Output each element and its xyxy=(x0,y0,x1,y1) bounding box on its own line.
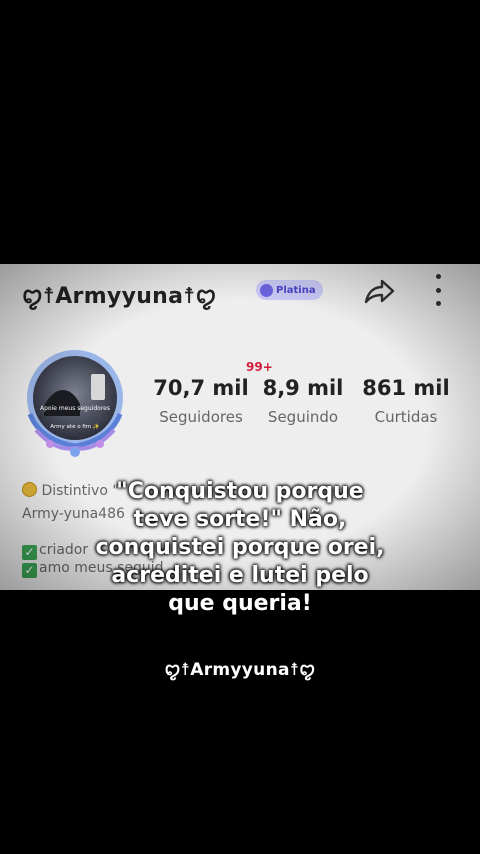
avatar-caption-bottom: Army até o fim ✨ xyxy=(50,423,100,430)
likes-label: Curtidas xyxy=(374,408,438,426)
badge-icon xyxy=(260,283,273,297)
share-icon[interactable] xyxy=(362,276,396,306)
badge-label: Platina xyxy=(276,284,316,296)
notification-count: 99+ xyxy=(246,360,273,374)
stat-likes[interactable]: 861 mil Curtidas xyxy=(356,376,456,426)
avatar-caption-top: Apoie meus seguidores xyxy=(40,405,110,412)
profile-username: ꨄ☨Armyyuna☨ꨄ xyxy=(22,284,217,309)
check-icon: ✓ xyxy=(22,545,37,560)
more-options-icon[interactable] xyxy=(428,274,448,306)
platinum-badge[interactable]: Platina xyxy=(256,280,323,300)
profile-header: ꨄ☨Armyyuna☨ꨄ Platina xyxy=(0,264,480,316)
following-label: Seguindo xyxy=(267,408,339,426)
following-count: 8,9 mil xyxy=(262,376,344,400)
stat-following[interactable]: 8,9 mil Seguindo xyxy=(258,376,348,426)
check-icon: ✓ xyxy=(22,563,37,578)
likes-count: 861 mil xyxy=(362,376,450,400)
stat-followers[interactable]: 70,7 mil Seguidores xyxy=(152,376,250,426)
followers-count: 70,7 mil xyxy=(153,376,249,400)
avatar[interactable]: Apoie meus seguidores Army até o fim ✨ xyxy=(16,344,134,462)
signature: ꨄ☨Armyyuna☨ꨄ xyxy=(164,660,316,680)
followers-label: Seguidores xyxy=(159,408,243,426)
coin-icon xyxy=(22,482,37,497)
overlay-quote: "Conquistou porque teve sorte!" Não, con… xyxy=(95,479,385,616)
